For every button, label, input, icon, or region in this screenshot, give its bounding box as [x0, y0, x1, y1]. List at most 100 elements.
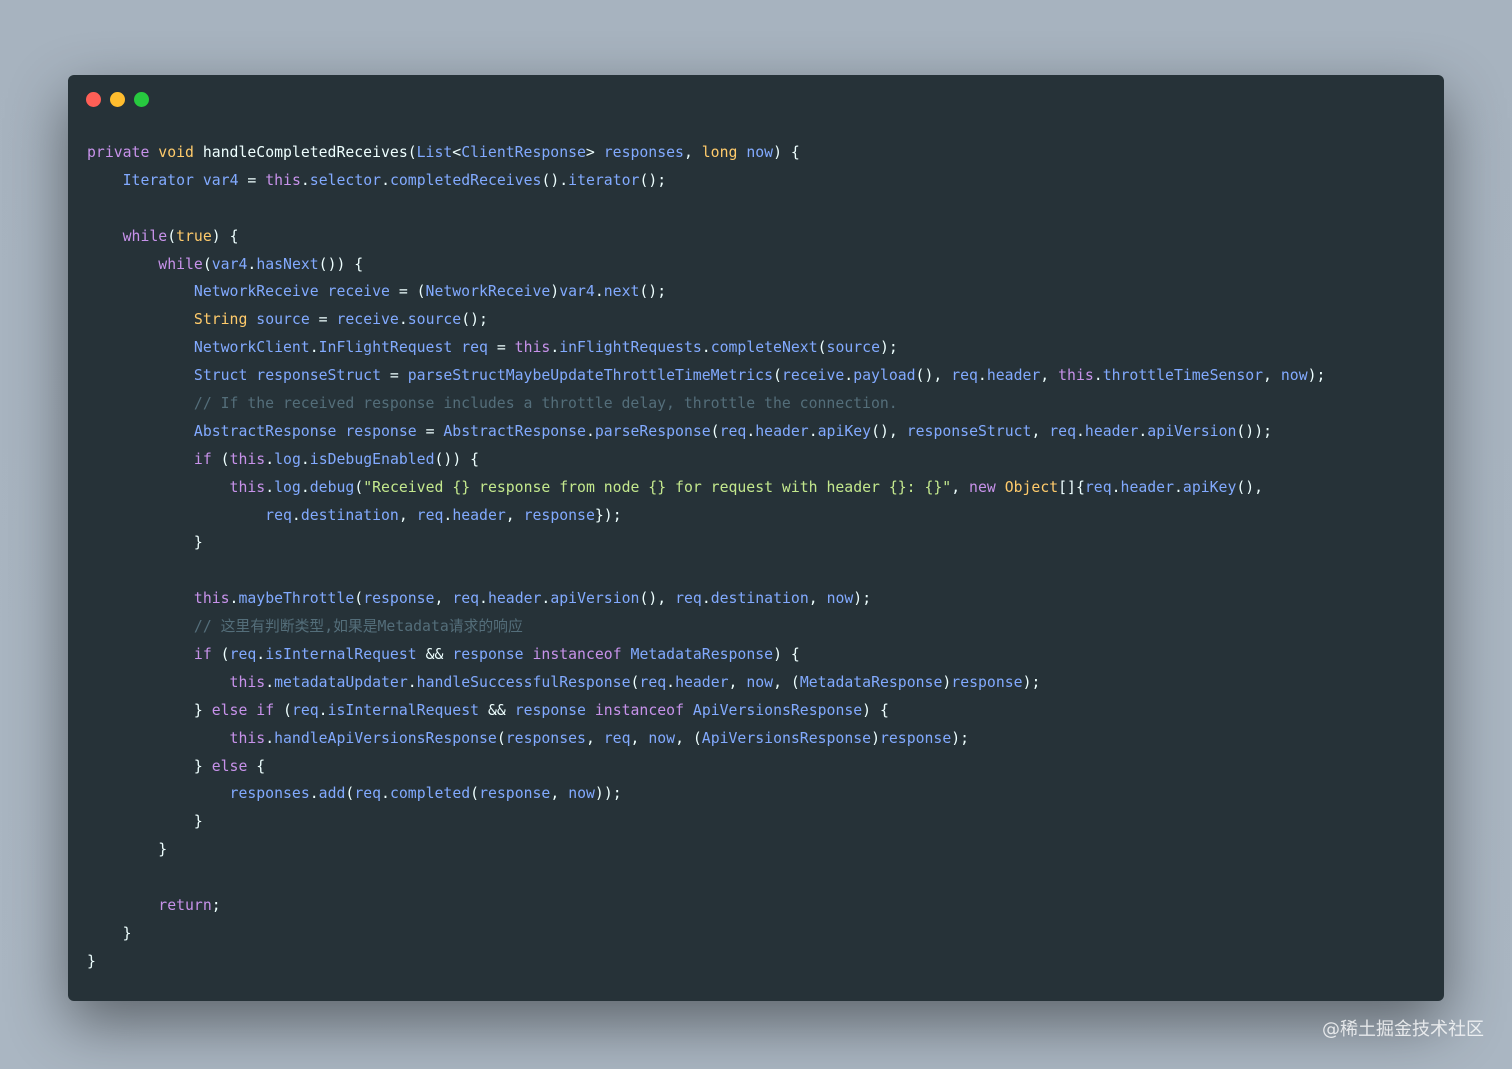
code-token: req — [354, 785, 382, 803]
code-line: } — [87, 948, 1325, 976]
code-token: , — [630, 729, 649, 747]
code-token: response — [363, 590, 435, 608]
close-button[interactable] — [86, 92, 101, 107]
code-token: // If the received response includes a t… — [193, 395, 898, 413]
code-token: response — [523, 506, 595, 524]
code-token: handleCompletedReceives( — [193, 144, 417, 161]
code-token: responses — [505, 729, 586, 747]
code-token: now — [746, 673, 774, 691]
code-token: completed — [389, 785, 471, 803]
code-token: now — [826, 590, 854, 608]
code-token: responses — [603, 144, 684, 161]
code-token: instanceof — [532, 646, 622, 664]
code-token: )); — [594, 785, 622, 803]
code-token: completeNext — [710, 339, 818, 357]
code-token: source — [407, 311, 462, 329]
code-token: AbstractResponse — [443, 422, 586, 440]
code-token: Struct — [193, 367, 248, 385]
code-line: if (req.isInternalRequest && response in… — [87, 641, 1325, 669]
code-token: ApiVersionsResponse — [701, 729, 872, 747]
code-token: { — [247, 757, 266, 775]
code-token: , — [398, 506, 417, 524]
code-token: parseStructMaybeUpdateThrottleTimeMetric… — [407, 367, 773, 385]
code-line: // If the received response includes a t… — [87, 390, 1325, 418]
code-token: } — [87, 757, 212, 775]
code-token: , — [434, 590, 453, 608]
code-token: ( — [772, 367, 782, 385]
code-token: . — [309, 339, 319, 357]
code-token: handleApiVersionsResponse — [274, 729, 497, 747]
code-line: } — [87, 836, 1325, 864]
code-token: req — [416, 506, 444, 524]
code-token: now — [1280, 367, 1308, 385]
code-token: debug — [309, 478, 355, 496]
code-token: private — [87, 144, 150, 161]
code-token: else — [211, 701, 248, 719]
code-token: NetworkReceive — [425, 283, 551, 301]
code-token: ( — [202, 255, 212, 273]
code-line: NetworkReceive receive = (NetworkReceive… — [87, 278, 1325, 306]
code-token: req — [603, 729, 631, 747]
code-line: this.log.debug("Received {} response fro… — [87, 474, 1325, 502]
code-token: . — [977, 367, 987, 385]
code-token: req — [229, 646, 257, 664]
code-line: return; — [87, 892, 1325, 920]
code-token: . — [265, 673, 275, 691]
code-token: responseStruct — [256, 367, 381, 385]
code-token: payload — [853, 367, 916, 385]
code-token: header — [487, 590, 542, 608]
code-token: if — [256, 701, 275, 719]
code-token: = — [416, 422, 444, 440]
code-token: . — [300, 450, 310, 468]
code-token: while — [158, 255, 203, 273]
code-token: ApiVersionsResponse — [692, 701, 863, 719]
code-token: ClientResponse — [461, 144, 586, 161]
code-token: ( — [167, 227, 177, 245]
code-token: (), — [1236, 478, 1264, 496]
code-token: . — [1093, 367, 1103, 385]
code-token: . — [808, 422, 818, 440]
code-token: , — [951, 478, 970, 496]
code-token: iterator — [568, 171, 640, 189]
code-token: ( — [354, 478, 364, 496]
code-token: req — [1049, 422, 1076, 440]
code-token: , — [505, 506, 524, 524]
code-token: . — [300, 171, 310, 189]
code-token: selector — [309, 171, 382, 189]
code-token: NetworkClient — [193, 339, 310, 357]
code-token: ) { — [211, 227, 239, 245]
code-token: response — [479, 785, 551, 803]
code-token: . — [265, 450, 275, 468]
code-token: []{ — [1058, 478, 1085, 496]
code-token: = — [309, 311, 337, 329]
code-token: next — [603, 283, 640, 301]
code-token: response — [345, 422, 417, 440]
code-token: . — [666, 673, 676, 691]
code-token: . — [381, 171, 390, 189]
code-token: ( — [496, 729, 506, 747]
code-token: . — [247, 255, 257, 273]
code-token: // 这里有判断类型,如果是Metadata请求的响应 — [193, 618, 523, 636]
code-token: (), — [871, 422, 907, 440]
code-token: , — [808, 590, 827, 608]
code-token: return — [158, 897, 212, 915]
code-token: (), — [915, 367, 952, 385]
code-token: isInternalRequest — [265, 646, 417, 664]
code-token: MetadataResponse — [630, 646, 774, 664]
code-token: this — [265, 171, 301, 189]
zoom-button[interactable] — [134, 92, 149, 107]
minimize-button[interactable] — [110, 92, 125, 107]
code-token: header — [452, 506, 506, 524]
code-token: response — [452, 646, 524, 664]
code-token: now — [568, 785, 595, 803]
